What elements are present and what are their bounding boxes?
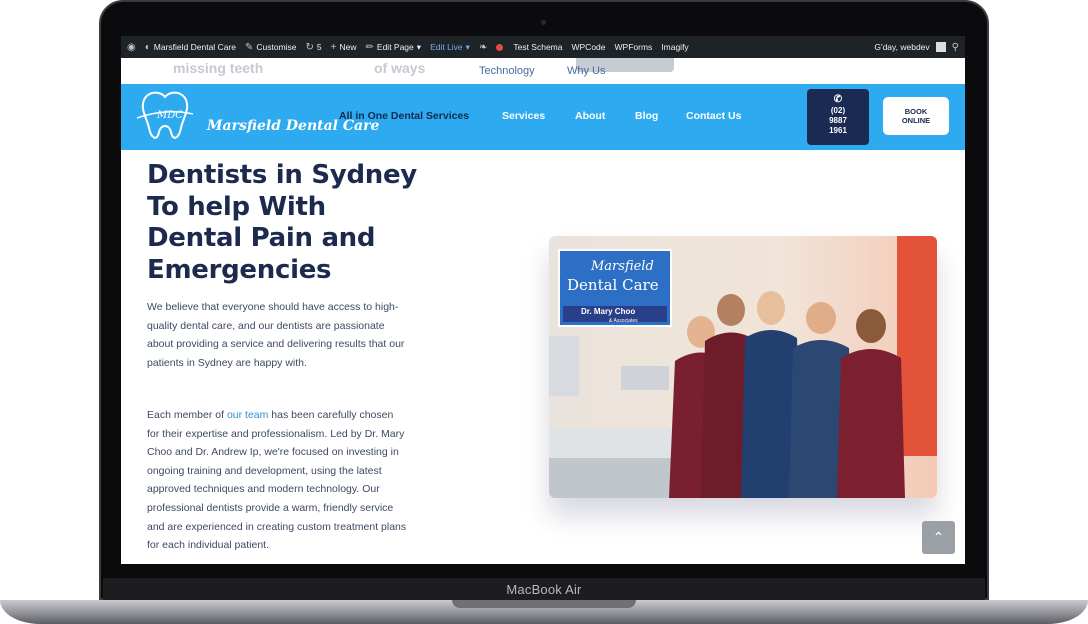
search-icon[interactable]: ⚲ bbox=[952, 42, 959, 53]
nav-blog[interactable]: Blog bbox=[635, 110, 658, 122]
seo-status-dot bbox=[496, 43, 504, 51]
team-photo: Marsfield Dental Care Dr. Mary Choo & As… bbox=[549, 236, 937, 498]
ghost-menu-technology[interactable]: Technology bbox=[479, 65, 535, 77]
plus-icon: + bbox=[330, 41, 337, 53]
book-line-1: BOOK bbox=[904, 107, 928, 116]
yoast-icon: ❧ bbox=[478, 41, 488, 53]
team-paragraph: Each member of our team has been careful… bbox=[147, 406, 407, 555]
chevron-up-icon: ⌃ bbox=[932, 529, 945, 545]
laptop-notch bbox=[452, 600, 636, 608]
wp-edit-live-link[interactable]: Edit Live ▾ bbox=[430, 42, 470, 53]
dashboard-icon: ◐ bbox=[144, 41, 151, 53]
intro-paragraph: We believe that everyone should have acc… bbox=[147, 301, 405, 369]
sign-line-4: & Associates bbox=[609, 318, 638, 324]
our-team-link[interactable]: our team bbox=[227, 409, 268, 421]
wpforms-label: WPForms bbox=[614, 42, 653, 52]
team-paragraph-end: has been carefully chosen for their expe… bbox=[147, 409, 407, 552]
wp-site-link[interactable]: ◐ Marsfield Dental Care bbox=[145, 42, 236, 53]
camera bbox=[541, 20, 546, 25]
ghost-text-left: missing teeth bbox=[173, 60, 264, 76]
ghost-text-mid: of ways bbox=[374, 60, 426, 76]
wp-imagify-link[interactable]: Imagify bbox=[661, 42, 688, 52]
wp-wpcode-link[interactable]: WPCode bbox=[571, 42, 605, 52]
nav-about[interactable]: About bbox=[575, 110, 605, 122]
browser-screen: ◉ ◐ Marsfield Dental Care ✎ Customise ↻ … bbox=[121, 36, 965, 564]
sign-line-3: Dr. Mary Choo bbox=[581, 307, 635, 316]
ghost-strip: missing teeth of ways Technology Why Us bbox=[121, 58, 965, 84]
new-label: New bbox=[339, 42, 357, 52]
wp-edit-page-link[interactable]: ✏ Edit Page ▾ bbox=[366, 42, 422, 53]
customise-label: Customise bbox=[256, 42, 297, 52]
wordpress-icon: ◉ bbox=[127, 41, 136, 53]
account-greeting[interactable]: G'day, webdev bbox=[874, 42, 929, 52]
wp-admin-bar: ◉ ◐ Marsfield Dental Care ✎ Customise ↻ … bbox=[121, 36, 965, 58]
wp-logo-item[interactable]: ◉ bbox=[127, 42, 136, 53]
imagify-label: Imagify bbox=[661, 42, 689, 52]
wp-test-schema-link[interactable]: Test Schema bbox=[513, 42, 562, 52]
book-online-button[interactable]: BOOK ONLINE bbox=[883, 97, 949, 135]
wp-updates-link[interactable]: ↻ 5 bbox=[306, 42, 322, 53]
phone-line-2: 9887 bbox=[829, 116, 847, 125]
team-photo-illustration: Marsfield Dental Care Dr. Mary Choo & As… bbox=[549, 236, 937, 498]
page-title: Dentists in Sydney To help With Dental P… bbox=[147, 160, 417, 285]
phone-icon: ✆ bbox=[833, 94, 843, 105]
wp-account-area: G'day, webdev ⚲ bbox=[874, 42, 959, 53]
ghost-menu-why-us[interactable]: Why Us bbox=[567, 65, 606, 77]
laptop-bezel: MacBook Air bbox=[103, 578, 985, 600]
sign-line-2: Dental Care bbox=[567, 276, 659, 294]
caret-down-icon: ▾ bbox=[416, 41, 422, 52]
avatar[interactable] bbox=[935, 42, 946, 52]
nav-contact-us[interactable]: Contact Us bbox=[686, 110, 741, 122]
site-name-label: Marsfield Dental Care bbox=[153, 42, 236, 52]
nav-tagline[interactable]: All in One Dental Services bbox=[339, 110, 469, 122]
team-paragraph-start: Each member of bbox=[147, 409, 227, 421]
wp-wpforms-link[interactable]: WPForms bbox=[615, 42, 653, 52]
updates-count: 5 bbox=[316, 42, 322, 52]
wpcode-label: WPCode bbox=[571, 42, 606, 52]
brush-icon: ✎ bbox=[244, 41, 254, 53]
nav-services[interactable]: Services bbox=[502, 110, 545, 122]
caret-down-icon: ▾ bbox=[465, 41, 470, 52]
device-brand-label: MacBook Air bbox=[506, 581, 582, 597]
test-schema-label: Test Schema bbox=[513, 42, 563, 52]
updates-icon: ↻ bbox=[305, 41, 314, 53]
pencil-icon: ✏ bbox=[365, 41, 374, 53]
edit-live-label: Edit Live bbox=[430, 42, 463, 52]
wp-customise-link[interactable]: ✎ Customise bbox=[245, 42, 297, 53]
site-logo[interactable]: MDC Marsfield Dental Care bbox=[135, 88, 379, 146]
site-header: MDC Marsfield Dental Care All in One Den… bbox=[121, 84, 965, 150]
wp-new-link[interactable]: + New bbox=[331, 42, 357, 53]
phone-line-3: 1961 bbox=[829, 126, 847, 135]
logo-mark-text: MDC bbox=[157, 110, 183, 121]
book-line-2: ONLINE bbox=[901, 116, 931, 125]
wp-yoast-link[interactable]: ❧ bbox=[479, 42, 487, 53]
phone-line-1: (02) bbox=[830, 106, 846, 115]
sign-line-1: Marsfield bbox=[590, 259, 654, 274]
edit-page-label: Edit Page bbox=[376, 42, 414, 52]
back-to-top-button[interactable]: ⌃ bbox=[922, 521, 955, 554]
phone-button[interactable]: ✆ (02) 9887 1961 bbox=[807, 89, 869, 145]
